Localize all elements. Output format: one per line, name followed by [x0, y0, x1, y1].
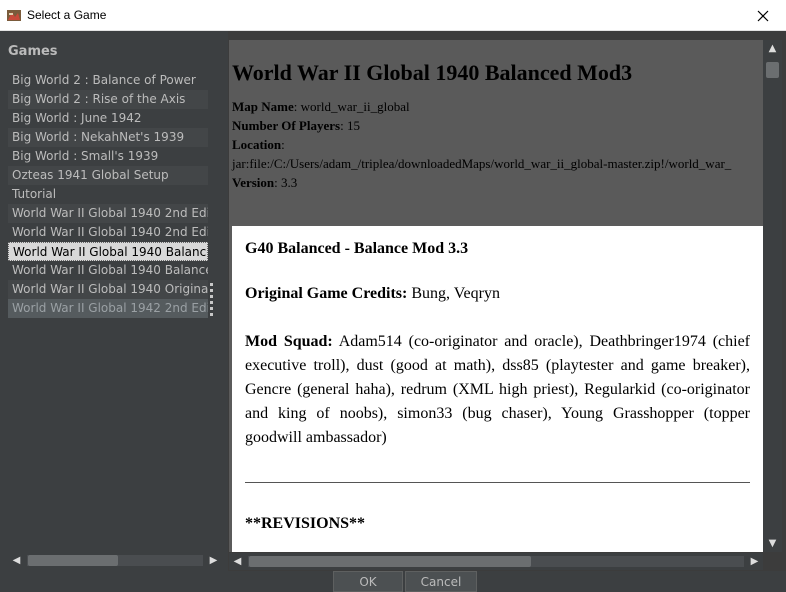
game-list-item[interactable]: World War II Global 1942 2nd Edition [8, 299, 208, 318]
game-list-item[interactable]: Big World : NekahNet's 1939 [8, 128, 208, 147]
game-list-item-selected[interactable]: World War II Global 1940 Balanced Mod3 [8, 242, 208, 261]
scroll-thumb[interactable] [249, 556, 531, 567]
scroll-right-icon[interactable]: ▶ [746, 553, 763, 570]
players-value: : 15 [340, 118, 360, 133]
map-name-label: Map Name [232, 99, 294, 114]
scroll-left-icon[interactable]: ◀ [8, 552, 25, 569]
location-line: Location: [232, 135, 760, 154]
close-button[interactable] [740, 0, 786, 31]
scroll-left-icon[interactable]: ◀ [229, 553, 246, 570]
map-name-value: : world_war_ii_global [293, 99, 410, 114]
game-info: World War II Global 1940 Balanced Mod3 M… [229, 40, 763, 224]
scroll-down-icon[interactable]: ▼ [763, 535, 782, 552]
game-list-item[interactable]: World War II Global 1940 2nd Edition [8, 204, 208, 223]
map-name-line: Map Name: world_war_ii_global [232, 97, 760, 116]
details-vertical-scrollbar[interactable]: ▲ ▼ [763, 40, 782, 552]
credits-paragraph: Original Game Credits: Bung, Veqryn [245, 282, 750, 306]
location-colon: : [281, 137, 285, 152]
cancel-button[interactable]: Cancel [405, 571, 477, 592]
games-panel-title: Games [8, 44, 58, 59]
window-title: Select a Game [27, 8, 107, 22]
credits-label: Original Game Credits: [245, 285, 408, 302]
close-icon [757, 10, 769, 21]
credits-text: Bung, Veqryn [407, 285, 500, 302]
games-horizontal-scrollbar[interactable]: ◀ ▶ [8, 552, 222, 569]
players-label: Number Of Players [232, 118, 341, 133]
scroll-thumb[interactable] [28, 555, 118, 566]
game-list[interactable]: Big World 2 : Balance of Power Big World… [8, 71, 222, 318]
game-list-item[interactable]: World War II Global 1940 Original [8, 280, 208, 299]
version-label: Version [232, 175, 275, 190]
location-label: Location [232, 137, 282, 152]
scroll-thumb[interactable] [766, 62, 779, 78]
game-list-item[interactable]: Big World : Small's 1939 [8, 147, 208, 166]
revisions-heading: **REVISIONS** [245, 515, 366, 532]
game-list-item[interactable]: Big World 2 : Rise of the Axis [8, 90, 208, 109]
game-list-item[interactable]: World War II Global 1940 2nd Edition [8, 223, 208, 242]
title-bar: Select a Game [0, 0, 786, 31]
details-horizontal-scrollbar[interactable]: ◀ ▶ [229, 553, 763, 570]
divider [245, 482, 750, 483]
squad-label: Mod Squad: [245, 333, 333, 350]
location-path: jar:file:/C:/Users/adam_/triplea/downloa… [232, 156, 732, 171]
games-panel: Games Big World 2 : Balance of Power Big… [0, 31, 228, 571]
squad-paragraph: Mod Squad: Adam514 (co-originator and or… [245, 330, 750, 450]
app-icon [7, 10, 21, 21]
game-list-item[interactable]: Ozteas 1941 Global Setup [8, 166, 208, 185]
game-list-item[interactable]: Big World 2 : Balance of Power [8, 71, 208, 90]
version-value: : 3.3 [274, 175, 298, 190]
version-line: Version: 3.3 [232, 173, 760, 192]
ok-button[interactable]: OK [333, 571, 403, 592]
players-line: Number Of Players: 15 [232, 116, 760, 135]
game-title: World War II Global 1940 Balanced Mod3 [232, 60, 633, 85]
game-description: G40 Balanced - Balance Mod 3.3 Original … [232, 226, 763, 552]
game-list-item[interactable]: Big World : June 1942 [8, 109, 208, 128]
game-list-item[interactable]: World War II Global 1940 Balanced Mod [8, 261, 208, 280]
scroll-up-icon[interactable]: ▲ [763, 40, 782, 57]
drag-handle-icon[interactable] [210, 283, 214, 319]
scroll-right-icon[interactable]: ▶ [205, 552, 222, 569]
game-list-item[interactable]: Tutorial [8, 185, 208, 204]
game-details-panel: World War II Global 1940 Balanced Mod3 M… [229, 40, 763, 552]
description-heading: G40 Balanced - Balance Mod 3.3 [245, 240, 469, 257]
